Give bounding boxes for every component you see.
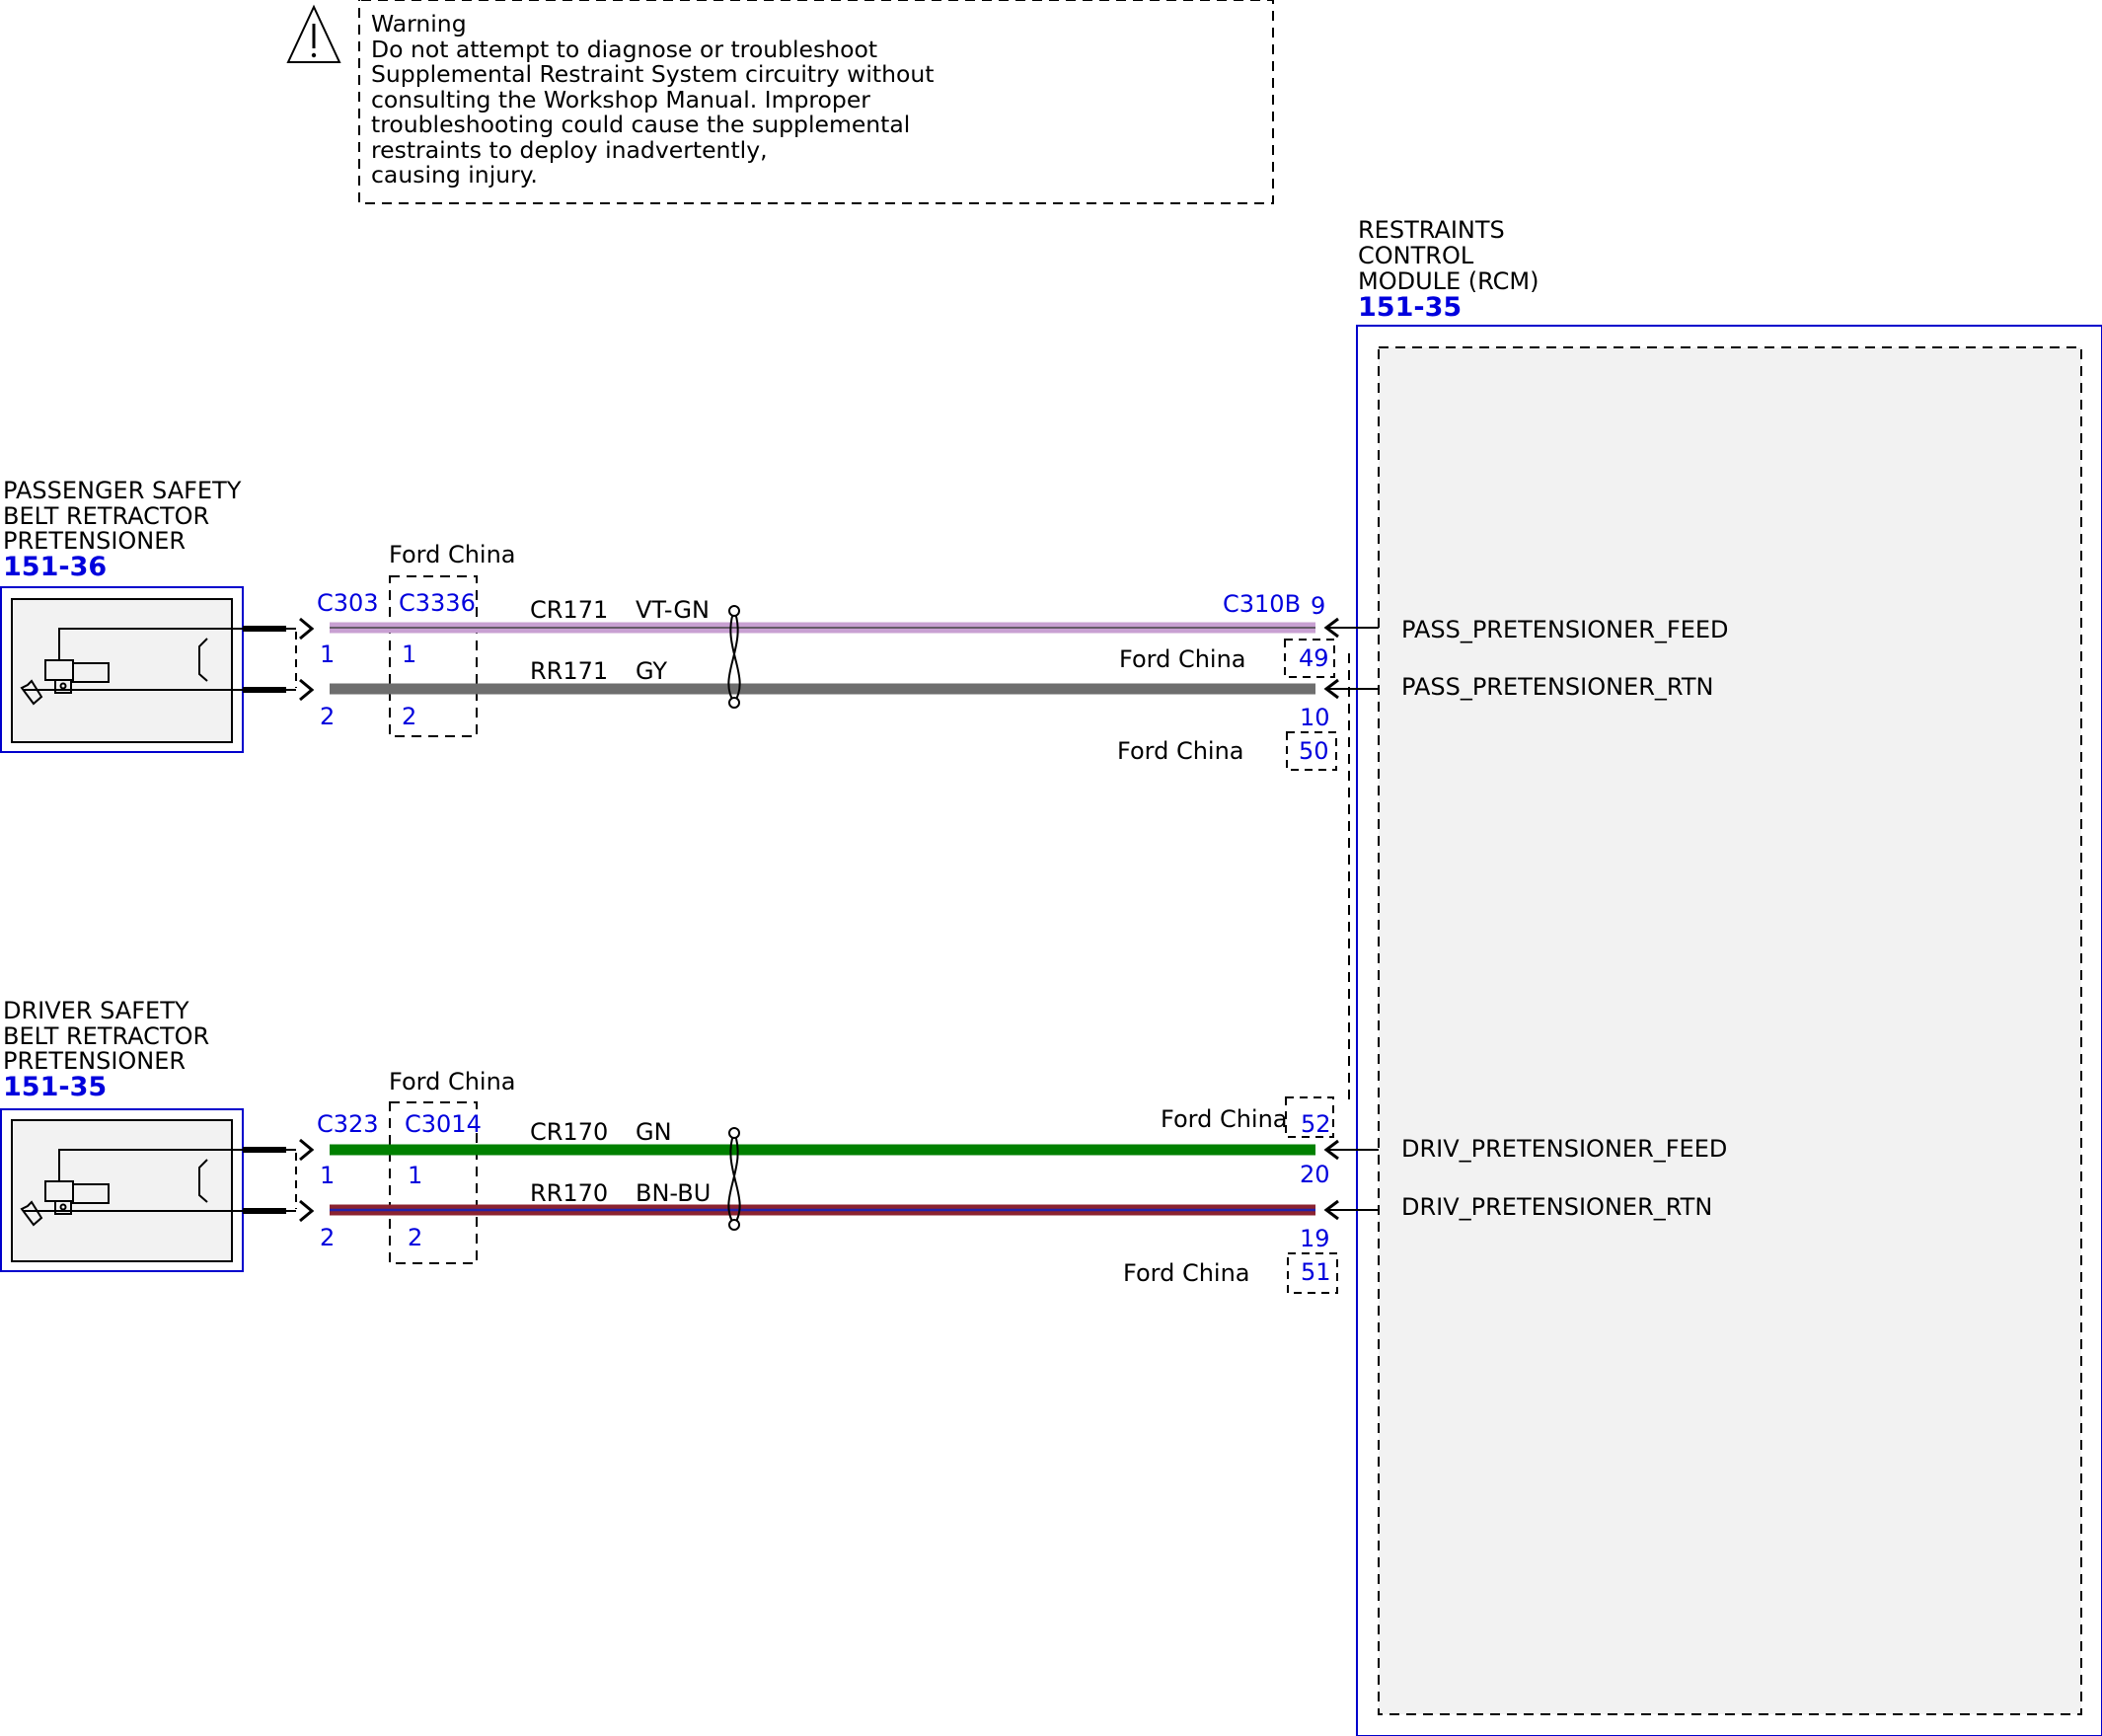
pin-number: 1 bbox=[402, 641, 416, 668]
pin-number: 1 bbox=[320, 641, 335, 668]
wire-color-label: GN bbox=[636, 1118, 672, 1146]
pin-number: 51 bbox=[1301, 1258, 1331, 1286]
connector-label: C323 bbox=[317, 1110, 379, 1138]
connector-label: C310B bbox=[1223, 590, 1301, 618]
connector-label: C3014 bbox=[405, 1110, 482, 1138]
wiring-diagram: Warning Do not attempt to diagnose or tr… bbox=[0, 0, 2102, 1736]
pin-number: 9 bbox=[1311, 592, 1325, 620]
pin-number: 2 bbox=[402, 703, 416, 730]
warning-title: Warning bbox=[371, 10, 467, 38]
circuit-label: CR171 bbox=[530, 596, 608, 624]
alt-pin-51: Ford China 51 bbox=[1123, 1252, 1338, 1294]
ford-china-note: Ford China bbox=[1119, 645, 1246, 673]
pin-number: 1 bbox=[320, 1162, 335, 1189]
component-title-line: PASSENGER SAFETY bbox=[3, 477, 242, 504]
connector-label: C303 bbox=[317, 589, 379, 617]
component-title-line: PRETENSIONER bbox=[3, 527, 186, 555]
pin-number: 10 bbox=[1300, 704, 1330, 731]
wire-color-label: GY bbox=[636, 657, 667, 685]
rcm-module: RESTRAINTS CONTROL MODULE (RCM) 151-35 P… bbox=[1356, 216, 2102, 1736]
connector-c323[interactable]: C323 1 2 bbox=[295, 1110, 379, 1251]
component-title-line: PRETENSIONER bbox=[3, 1047, 186, 1075]
inline-connector-c3014[interactable]: Ford China C3014 1 2 bbox=[389, 1068, 516, 1264]
connector-label: C3336 bbox=[399, 589, 476, 617]
wire-color-label: BN-BU bbox=[636, 1179, 711, 1207]
ford-china-note: Ford China bbox=[389, 1068, 516, 1095]
pin-number: 52 bbox=[1301, 1110, 1331, 1138]
pin-number: 19 bbox=[1300, 1225, 1330, 1252]
rcm-pin-label: PASS_PRETENSIONER_FEED bbox=[1401, 616, 1729, 643]
warning-line: causing injury. bbox=[371, 161, 538, 189]
pin-number: 2 bbox=[320, 1224, 335, 1251]
driver-circuit: DRIVER SAFETY BELT RETRACTOR PRETENSIONE… bbox=[0, 997, 1379, 1294]
circuit-label: RR171 bbox=[530, 657, 608, 685]
warning-line: Do not attempt to diagnose or troublesho… bbox=[371, 36, 877, 63]
pin-number: 2 bbox=[408, 1224, 422, 1251]
rcm-title-line: CONTROL bbox=[1358, 242, 1474, 269]
pin-number: 1 bbox=[408, 1162, 422, 1189]
component-title-line: BELT RETRACTOR bbox=[3, 1022, 209, 1050]
pin-number: 49 bbox=[1299, 644, 1329, 672]
ford-china-note: Ford China bbox=[389, 541, 516, 568]
rcm-pin-label: DRIV_PRETENSIONER_FEED bbox=[1401, 1135, 1727, 1163]
ford-china-note: Ford China bbox=[1161, 1105, 1288, 1133]
alt-pin-52: Ford China 52 bbox=[1161, 1096, 1334, 1138]
rcm-pin-label: DRIV_PRETENSIONER_RTN bbox=[1401, 1193, 1712, 1221]
circuit-label: CR170 bbox=[530, 1118, 608, 1146]
warning-triangle-icon bbox=[286, 4, 341, 63]
circuit-label: RR170 bbox=[530, 1179, 608, 1207]
rcm-inner-box bbox=[1378, 346, 2082, 1715]
pin-number: 2 bbox=[320, 703, 335, 730]
passenger-ref-link[interactable]: 151-36 bbox=[3, 552, 107, 582]
inline-connector-c3336[interactable]: Ford China C3336 1 2 bbox=[389, 541, 516, 737]
rcm-title-line: MODULE (RCM) bbox=[1358, 267, 1539, 295]
ford-china-note: Ford China bbox=[1117, 737, 1244, 765]
warning-note: Warning Do not attempt to diagnose or tr… bbox=[286, 0, 1274, 204]
driver-pretensioner-component bbox=[0, 1108, 296, 1272]
connector-c303[interactable]: C303 1 2 bbox=[295, 589, 379, 730]
component-title-line: DRIVER SAFETY bbox=[3, 997, 189, 1024]
warning-line: Supplemental Restraint System circuitry … bbox=[371, 60, 934, 88]
passenger-pretensioner-component bbox=[0, 586, 296, 753]
rcm-title-line: RESTRAINTS bbox=[1358, 216, 1505, 244]
pin-number: 20 bbox=[1300, 1161, 1330, 1188]
alt-pin-50: Ford China 50 bbox=[1117, 731, 1337, 771]
alt-pin-49: Ford China 49 bbox=[1119, 639, 1335, 678]
passenger-circuit: PASSENGER SAFETY BELT RETRACTOR PRETENSI… bbox=[0, 477, 1379, 771]
warning-line: troubleshooting could cause the suppleme… bbox=[371, 111, 910, 138]
rcm-ref-link[interactable]: 151-35 bbox=[1358, 292, 1462, 323]
pin-number: 50 bbox=[1299, 737, 1329, 765]
rcm-pin-label: PASS_PRETENSIONER_RTN bbox=[1401, 673, 1713, 701]
ford-china-note: Ford China bbox=[1123, 1259, 1250, 1287]
wire-color-label: VT-GN bbox=[636, 596, 710, 624]
warning-line: restraints to deploy inadvertently, bbox=[371, 136, 768, 164]
driver-ref-link[interactable]: 151-35 bbox=[3, 1072, 107, 1102]
warning-line: consulting the Workshop Manual. Improper bbox=[371, 86, 870, 113]
component-title-line: BELT RETRACTOR bbox=[3, 502, 209, 530]
